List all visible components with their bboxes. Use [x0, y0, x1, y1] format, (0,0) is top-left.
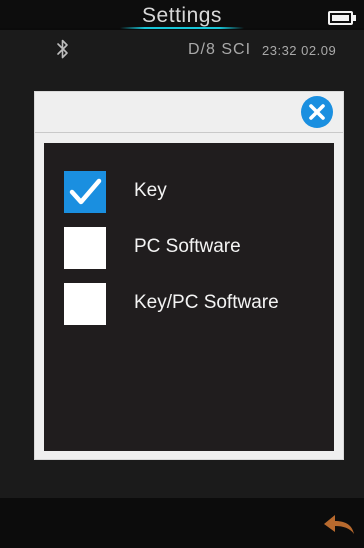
option-label: PC Software	[134, 236, 241, 257]
back-arrow-icon[interactable]	[322, 512, 356, 536]
title-bar: Settings	[0, 0, 364, 29]
close-icon	[309, 104, 325, 120]
battery-full-icon	[328, 11, 353, 25]
title-underline	[120, 27, 244, 29]
option-pc-software[interactable]: PC Software	[64, 227, 324, 269]
options-list: Key PC Software Key/PC Software	[44, 143, 334, 451]
close-button[interactable]	[301, 96, 333, 128]
option-label: Key/PC Software	[134, 292, 279, 313]
battery-tip	[353, 15, 356, 21]
control-mode-dialog: Key PC Software Key/PC Software	[34, 91, 344, 460]
settings-screen: Settings D/8 SCI 23:32 02.09 Key PC Soft…	[0, 0, 364, 548]
option-key-pc-software[interactable]: Key/PC Software	[64, 283, 324, 325]
option-key[interactable]: Key	[64, 171, 324, 213]
battery-level	[332, 15, 349, 21]
checkbox-pc-software[interactable]	[64, 227, 106, 269]
clock: 23:32 02.09	[262, 43, 337, 58]
bottom-bar	[0, 498, 364, 548]
checkbox-key-pc-software[interactable]	[64, 283, 106, 325]
dialog-header	[35, 92, 343, 133]
bluetooth-icon	[57, 39, 68, 59]
checkbox-key[interactable]	[64, 171, 106, 213]
checkmark-icon	[69, 178, 102, 205]
page-title: Settings	[142, 4, 222, 27]
measurement-mode: D/8 SCI	[188, 41, 252, 58]
status-bar: D/8 SCI 23:32 02.09	[0, 30, 364, 74]
option-label: Key	[134, 180, 167, 201]
